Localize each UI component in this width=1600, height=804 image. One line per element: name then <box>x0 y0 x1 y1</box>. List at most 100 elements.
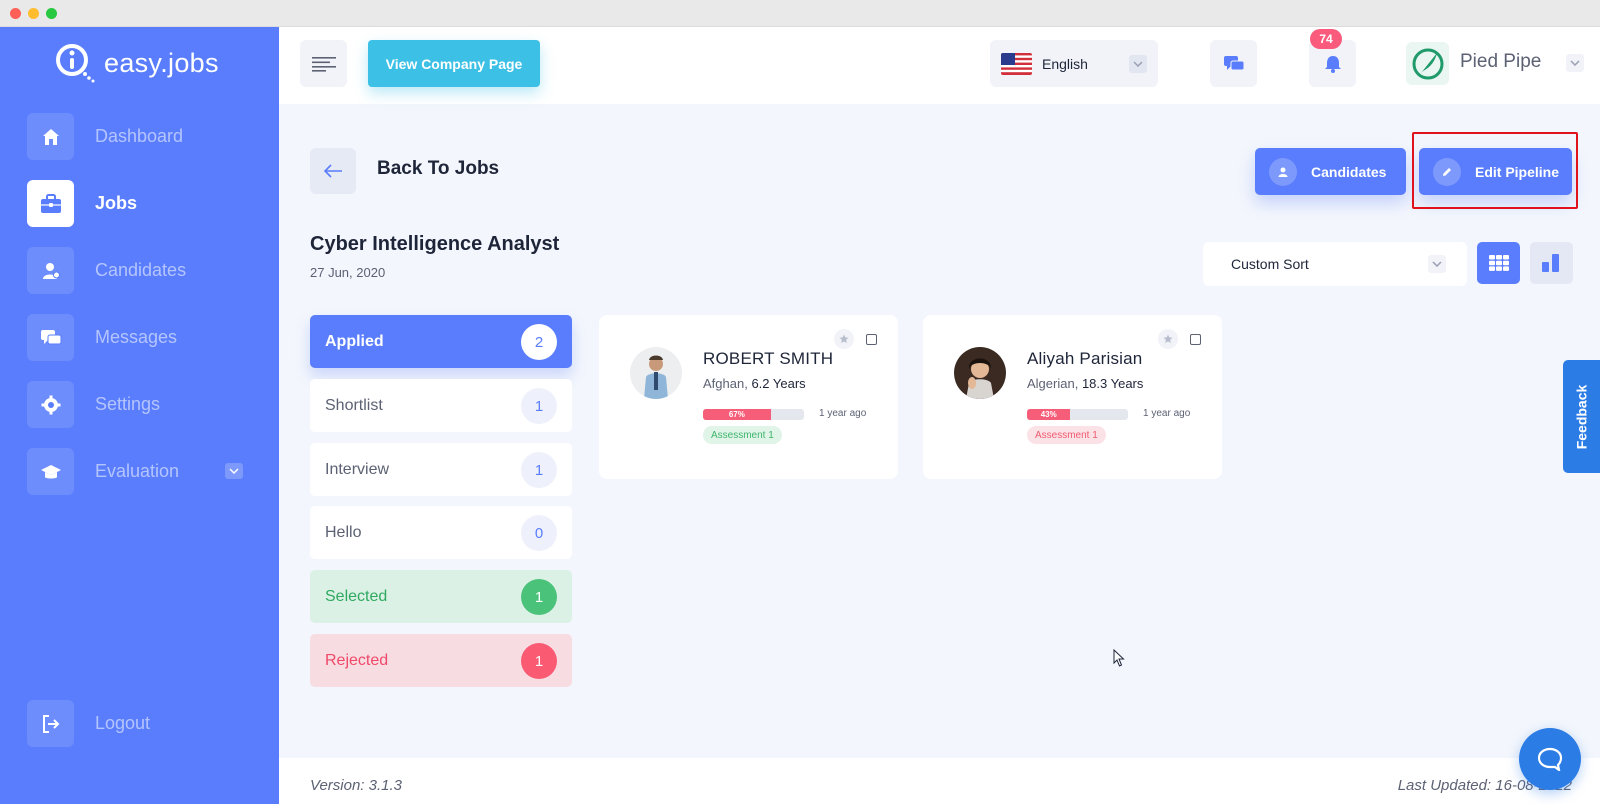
sidebar-item-label: Settings <box>95 394 161 414</box>
chat-icon <box>1223 55 1244 70</box>
star-icon[interactable] <box>834 329 854 349</box>
sidebar-item-label: Dashboard <box>95 126 184 146</box>
gear-icon <box>27 381 74 428</box>
score-progress-fill: 43% <box>1027 409 1071 420</box>
topbar: View Company Page English 74 Pied Pipe <box>279 27 1600 104</box>
logout-icon <box>27 700 74 747</box>
applied-time: 1 year ago <box>1143 408 1191 419</box>
brand-logo[interactable]: easy.jobs <box>52 39 219 87</box>
mouse-cursor-icon <box>1113 649 1125 667</box>
menu-toggle-button[interactable] <box>300 40 347 87</box>
company-name[interactable]: Pied Pipe <box>1460 51 1541 73</box>
app-root: easy.jobs Dashboard Jobs Candidates Mess <box>0 27 1600 804</box>
stage-count: 1 <box>521 579 557 615</box>
hamburger-icon <box>311 56 336 72</box>
sort-select[interactable]: Custom Sort <box>1203 242 1467 286</box>
window-titlebar <box>0 0 1600 27</box>
score-progress-fill: 67% <box>703 409 771 420</box>
avatar <box>630 347 682 399</box>
sidebar-item-messages[interactable]: Messages <box>27 314 257 361</box>
easyjobs-logo-icon <box>52 40 98 86</box>
stage-count: 2 <box>521 324 557 360</box>
avatar <box>954 347 1006 399</box>
language-label: English <box>1042 55 1088 72</box>
sidebar-item-label: Candidates <box>95 260 187 280</box>
back-button[interactable] <box>310 148 356 194</box>
sort-select-value: Custom Sort <box>1231 256 1309 272</box>
candidates-button-label: Candidates <box>1311 163 1387 180</box>
close-window-button[interactable] <box>10 8 21 19</box>
stage-applied[interactable]: Applied 2 <box>310 315 572 368</box>
stage-count: 1 <box>521 452 557 488</box>
stage-hello[interactable]: Hello 0 <box>310 506 572 559</box>
candidates-button[interactable]: Candidates <box>1255 148 1406 195</box>
version-text: Version: 3.1.3 <box>310 777 402 794</box>
candidate-nationality: Algerian, <box>1027 376 1079 391</box>
candidate-experience: 18.3 Years <box>1081 376 1144 391</box>
stage-count: 0 <box>521 515 557 551</box>
brand-name: easy.jobs <box>104 47 219 78</box>
stage-count: 1 <box>521 388 557 424</box>
sidebar-item-logout[interactable]: Logout <box>27 700 257 747</box>
us-flag-icon <box>1001 52 1032 75</box>
assessment-tag: Assessment 1 <box>703 426 782 444</box>
feedback-tab[interactable]: Feedback <box>1563 360 1600 473</box>
candidate-nationality: Afghan, <box>703 376 748 391</box>
grid-icon <box>1488 255 1509 271</box>
chevron-down-icon[interactable] <box>225 463 243 479</box>
chevron-down-icon[interactable] <box>1566 54 1584 72</box>
sidebar-item-label: Evaluation <box>95 461 180 481</box>
language-select[interactable]: English <box>990 40 1158 87</box>
chat-bubble-icon <box>1537 747 1563 771</box>
minimize-window-button[interactable] <box>28 8 39 19</box>
chat-icon <box>27 314 74 361</box>
pipeline-view-button[interactable] <box>1530 242 1573 284</box>
sidebar-item-dashboard[interactable]: Dashboard <box>27 113 257 160</box>
applied-time: 1 year ago <box>819 408 867 419</box>
view-company-page-button[interactable]: View Company Page <box>368 40 540 87</box>
sidebar-item-jobs[interactable]: Jobs <box>27 180 257 227</box>
candidate-card[interactable]: Aliyah Parisian Algerian, 18.3 Years 43%… <box>923 315 1222 479</box>
sidebar-item-settings[interactable]: Settings <box>27 381 257 428</box>
kanban-icon <box>1541 254 1559 272</box>
score-progress-bar: 67% <box>703 409 804 420</box>
job-title: Cyber Intelligence Analyst <box>310 233 560 255</box>
briefcase-icon <box>27 180 74 227</box>
candidate-experience: 6.2 Years <box>751 376 806 391</box>
sidebar-item-candidates[interactable]: Candidates <box>27 247 257 294</box>
edit-pipeline-highlight-box <box>1412 132 1578 209</box>
candidate-name[interactable]: Aliyah Parisian <box>1027 349 1142 369</box>
stage-count: 1 <box>521 643 557 679</box>
messages-button[interactable] <box>1210 40 1257 87</box>
home-icon <box>27 113 74 160</box>
candidate-info: Afghan, 6.2 Years <box>703 376 806 391</box>
stage-label: Selected <box>325 587 388 605</box>
notification-count-badge: 74 <box>1310 29 1342 49</box>
stage-label: Applied <box>325 332 384 350</box>
star-icon[interactable] <box>1158 329 1178 349</box>
stage-shortlist[interactable]: Shortlist 1 <box>310 379 572 432</box>
select-checkbox[interactable] <box>866 334 877 345</box>
assessment-tag: Assessment 1 <box>1027 426 1106 444</box>
candidate-info: Algerian, 18.3 Years <box>1027 376 1143 391</box>
sidebar: easy.jobs Dashboard Jobs Candidates Mess <box>0 27 279 804</box>
stage-rejected[interactable]: Rejected 1 <box>310 634 572 687</box>
candidate-name[interactable]: ROBERT SMITH <box>703 349 833 369</box>
maximize-window-button[interactable] <box>46 8 57 19</box>
sidebar-item-evaluation[interactable]: Evaluation <box>27 448 257 495</box>
candidate-card[interactable]: ROBERT SMITH Afghan, 6.2 Years 67% 1 yea… <box>599 315 898 479</box>
grid-view-button[interactable] <box>1477 242 1520 284</box>
sidebar-item-label: Logout <box>95 713 151 733</box>
score-progress-bar: 43% <box>1027 409 1128 420</box>
stage-selected[interactable]: Selected 1 <box>310 570 572 623</box>
stage-interview[interactable]: Interview 1 <box>310 443 572 496</box>
back-to-jobs-label[interactable]: Back To Jobs <box>377 158 499 180</box>
job-date: 27 Jun, 2020 <box>310 265 386 280</box>
bell-icon <box>1324 55 1341 73</box>
stage-label: Rejected <box>325 651 389 669</box>
stage-label: Interview <box>325 460 390 478</box>
select-checkbox[interactable] <box>1190 334 1201 345</box>
support-chat-button[interactable] <box>1519 728 1581 790</box>
graduation-cap-icon <box>27 448 74 495</box>
sidebar-item-label: Messages <box>95 327 178 347</box>
